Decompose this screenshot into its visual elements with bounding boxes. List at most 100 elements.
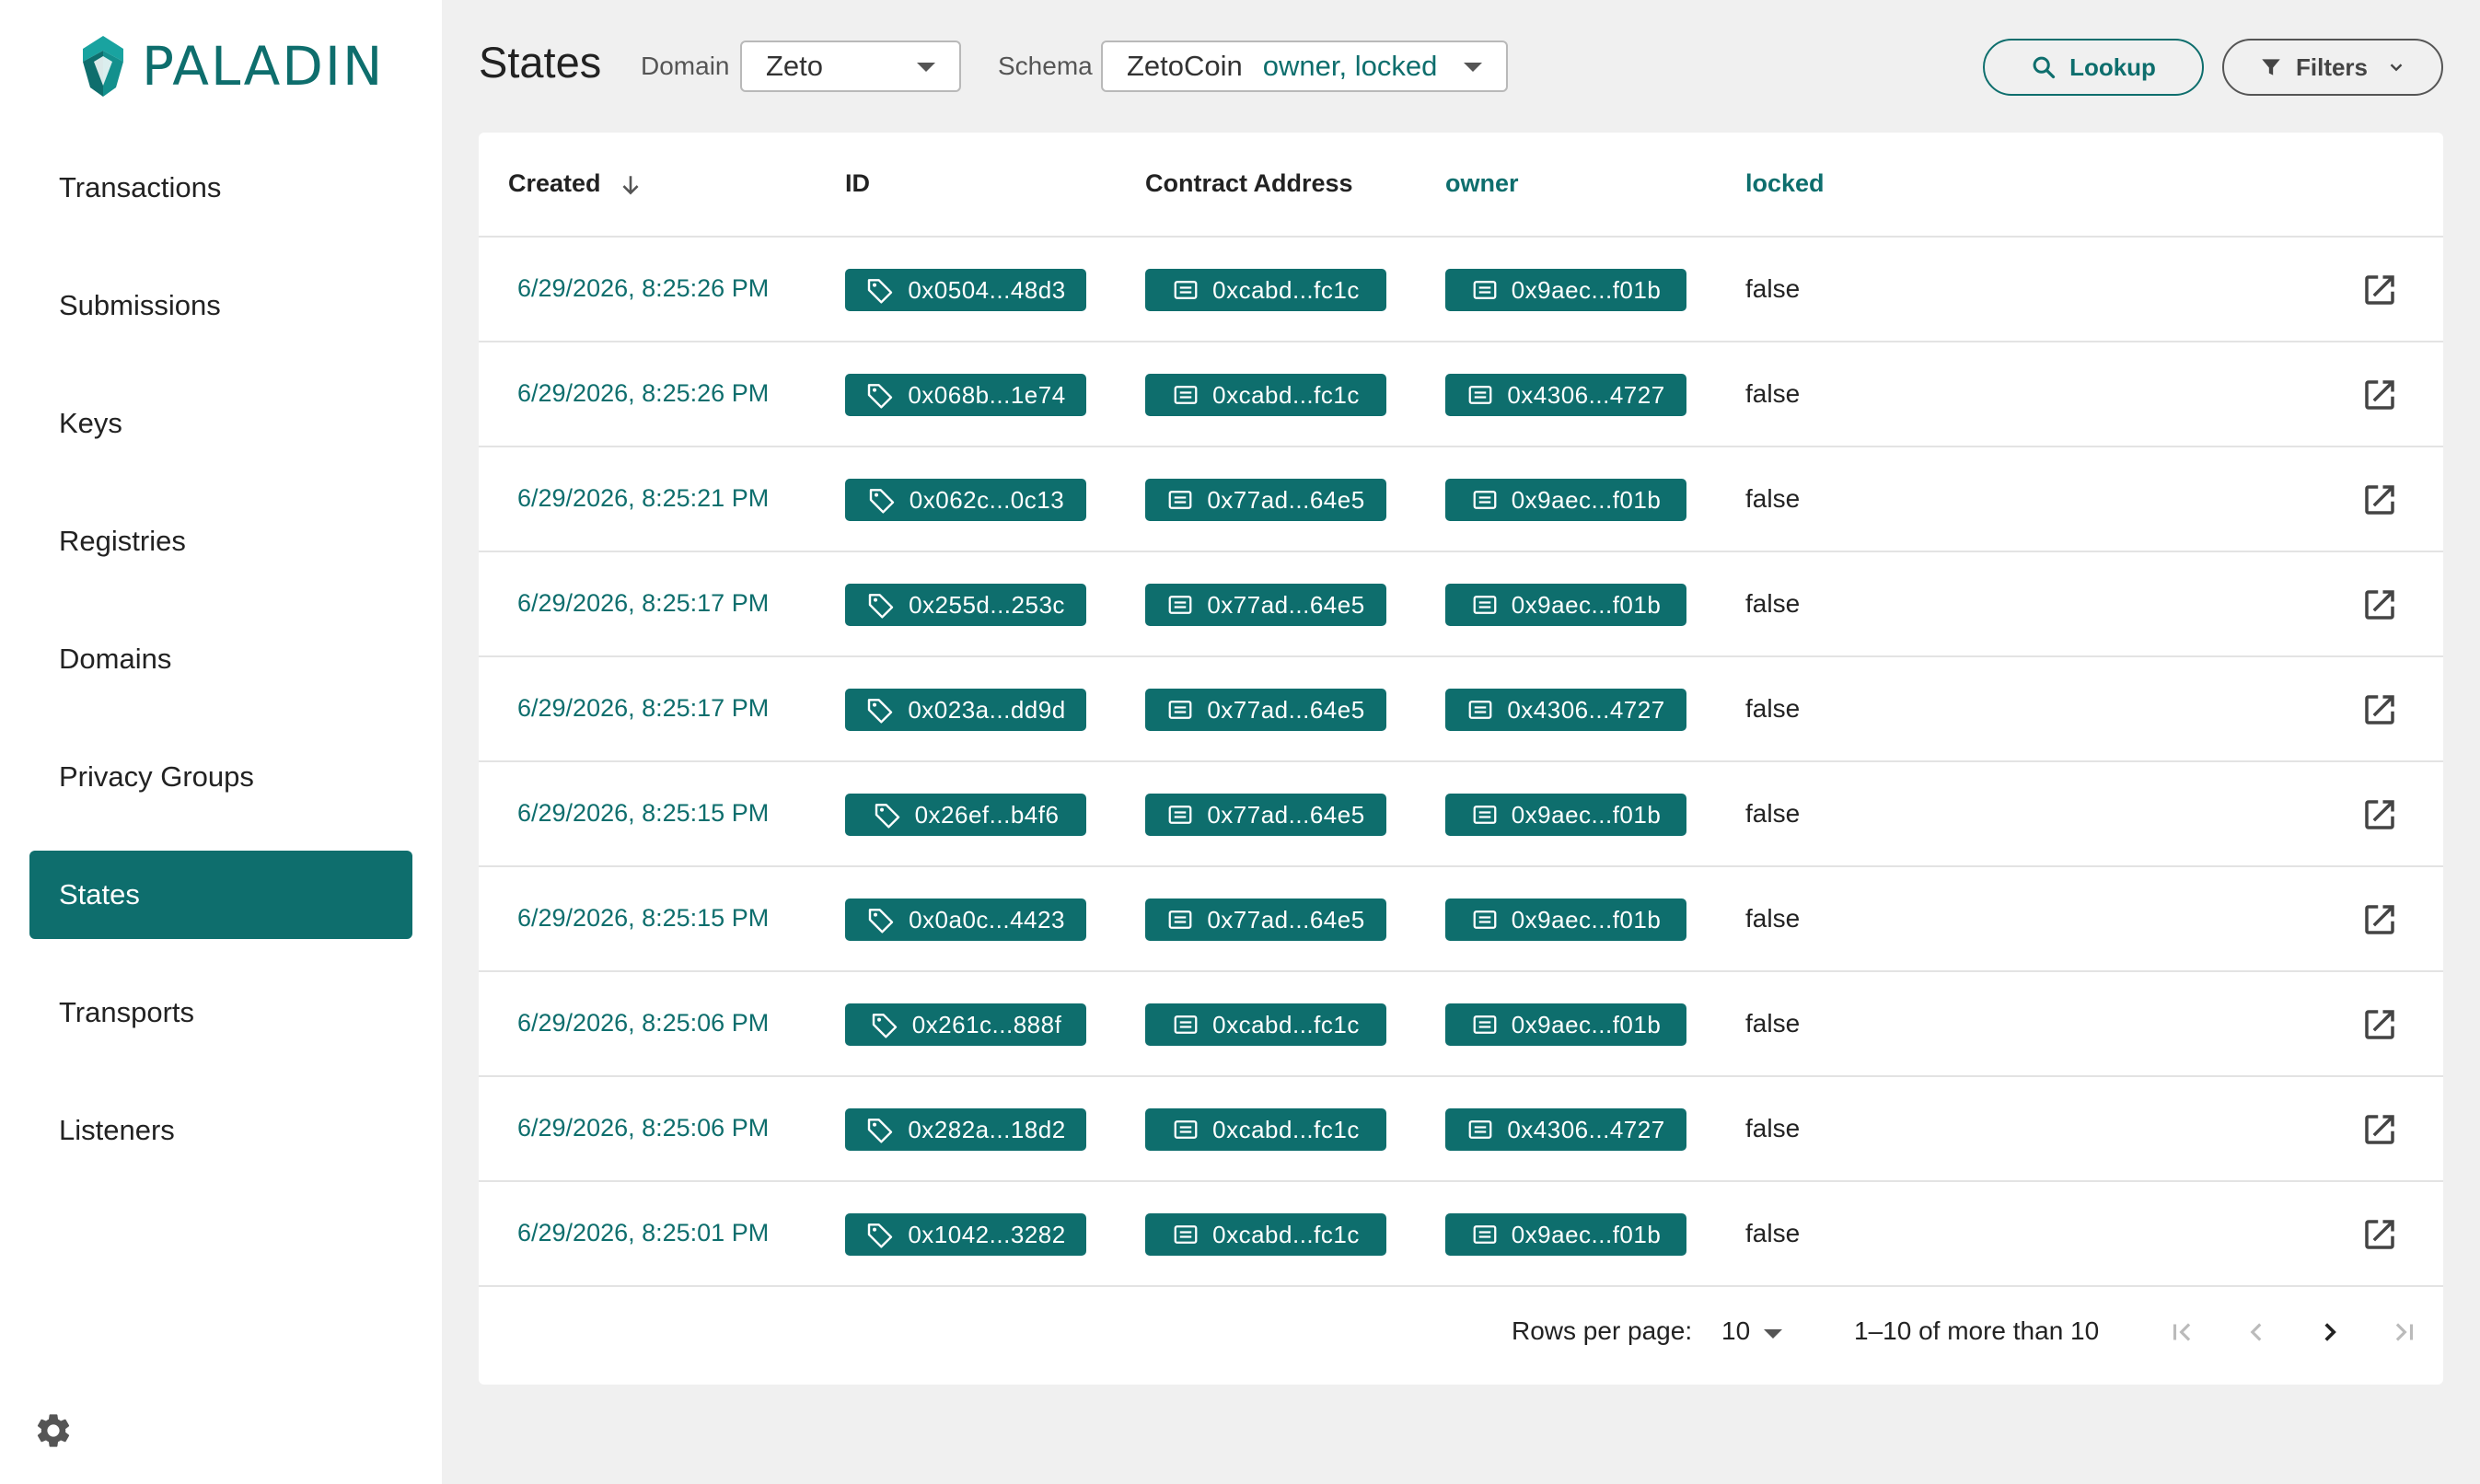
last-page-icon [2395, 1323, 2414, 1341]
next-page-button[interactable] [2307, 1309, 2353, 1355]
table-row[interactable]: 6/29/2026, 8:25:06 PM 0x261c...888f 0xcabd… [479, 972, 2443, 1077]
sidebar-item-registries[interactable]: Registries [29, 497, 412, 585]
open-in-new-icon[interactable] [2360, 271, 2399, 309]
owner-chip[interactable]: 0x4306...4727 [1445, 374, 1686, 416]
state-id-chip[interactable]: 0x068b...1e74 [845, 374, 1086, 416]
created-link[interactable]: 6/29/2026, 8:25:06 PM [517, 1009, 769, 1038]
previous-page-button[interactable] [2233, 1309, 2279, 1355]
state-id-chip[interactable]: 0x261c...888f [845, 1003, 1086, 1046]
created-link[interactable]: 6/29/2026, 8:25:15 PM [517, 904, 769, 933]
address-card-icon [1168, 806, 1192, 824]
owner-chip[interactable]: 0x9aec...f01b [1445, 1003, 1686, 1046]
app-logo[interactable]: PALADIN [81, 33, 384, 99]
created-link[interactable]: 6/29/2026, 8:25:06 PM [517, 1114, 769, 1142]
tag-icon [868, 1119, 893, 1143]
open-in-new-icon[interactable] [2360, 900, 2399, 939]
created-link[interactable]: 6/29/2026, 8:25:26 PM [517, 274, 769, 303]
table-row[interactable]: 6/29/2026, 8:25:06 PM 0x282a...18d2 0xcabd… [479, 1077, 2443, 1182]
contract-address-chip[interactable]: 0xcabd...fc1c [1145, 1213, 1386, 1256]
open-in-new-icon[interactable] [2360, 1110, 2399, 1149]
domain-select[interactable]: Zeto [740, 41, 961, 92]
table-row[interactable]: 6/29/2026, 8:25:26 PM 0x0504...48d3 0xcabd… [479, 238, 2443, 342]
open-in-new-icon[interactable] [2360, 690, 2399, 729]
locked-value: false [1745, 484, 1801, 513]
owner-chip[interactable]: 0x4306...4727 [1445, 1108, 1686, 1151]
table-row[interactable]: 6/29/2026, 8:25:17 PM 0x023a...dd9d 0x77ad… [479, 657, 2443, 762]
owner-chip[interactable]: 0x9aec...f01b [1445, 899, 1686, 941]
sidebar-item-submissions[interactable]: Submissions [29, 261, 412, 350]
sidebar-item-transactions[interactable]: Transactions [29, 144, 412, 232]
table-row[interactable]: 6/29/2026, 8:25:15 PM 0x0a0c...4423 0x77ad… [479, 867, 2443, 972]
address-card-icon [1473, 491, 1497, 509]
state-id-chip[interactable]: 0x26ef...b4f6 [845, 794, 1086, 836]
owner-chip[interactable]: 0x9aec...f01b [1445, 479, 1686, 521]
contract-address-chip[interactable]: 0x77ad...64e5 [1145, 899, 1386, 941]
open-in-new-icon[interactable] [2360, 376, 2399, 414]
table-row[interactable]: 6/29/2026, 8:25:21 PM 0x062c...0c13 0x77ad… [479, 447, 2443, 552]
contract-address-text: 0x77ad...64e5 [1207, 485, 1365, 514]
created-link[interactable]: 6/29/2026, 8:25:15 PM [517, 799, 769, 828]
contract-address-chip[interactable]: 0x77ad...64e5 [1145, 584, 1386, 626]
tag-icon [868, 279, 893, 304]
table-row[interactable]: 6/29/2026, 8:25:17 PM 0x255d...253c 0x77ad… [479, 552, 2443, 657]
owner-chip[interactable]: 0x9aec...f01b [1445, 269, 1686, 311]
schema-fields: owner, locked [1262, 50, 1438, 82]
owner-chip[interactable]: 0x9aec...f01b [1445, 1213, 1686, 1256]
created-link[interactable]: 6/29/2026, 8:25:17 PM [517, 589, 769, 618]
sidebar-item-states[interactable]: States [29, 851, 412, 939]
created-link[interactable]: 6/29/2026, 8:25:26 PM [517, 379, 769, 408]
chevron-down-icon [917, 63, 935, 72]
sidebar-item-transports[interactable]: Transports [29, 968, 412, 1057]
page-title: States [479, 38, 602, 87]
open-in-new-icon[interactable] [2360, 1215, 2399, 1254]
sidebar-item-privacy-groups[interactable]: Privacy Groups [29, 733, 412, 821]
table-row[interactable]: 6/29/2026, 8:25:15 PM 0x26ef...b4f6 0x77ad… [479, 762, 2443, 867]
state-id-text: 0x26ef...b4f6 [914, 800, 1060, 829]
arrow-down-icon[interactable] [619, 173, 643, 197]
created-link[interactable]: 6/29/2026, 8:25:21 PM [517, 484, 769, 513]
table-row[interactable]: 6/29/2026, 8:25:26 PM 0x068b...1e74 0xcabd… [479, 342, 2443, 447]
state-id-chip[interactable]: 0x282a...18d2 [845, 1108, 1086, 1151]
owner-text: 0x4306...4727 [1507, 380, 1665, 409]
owner-chip[interactable]: 0x9aec...f01b [1445, 794, 1686, 836]
contract-address-text: 0x77ad...64e5 [1207, 695, 1365, 724]
schema-select[interactable]: ZetoCoin owner, locked [1101, 41, 1508, 92]
state-id-chip[interactable]: 0x255d...253c [845, 584, 1086, 626]
contract-address-chip[interactable]: 0xcabd...fc1c [1145, 374, 1386, 416]
open-in-new-icon[interactable] [2360, 481, 2399, 519]
contract-address-chip[interactable]: 0x77ad...64e5 [1145, 479, 1386, 521]
last-page-button[interactable] [2381, 1309, 2427, 1355]
state-id-chip[interactable]: 0x0a0c...4423 [845, 899, 1086, 941]
lookup-button[interactable]: Lookup [1983, 39, 2204, 96]
chevron-down-icon[interactable] [1764, 1329, 1782, 1339]
state-id-chip[interactable]: 0x1042...3282 [845, 1213, 1086, 1256]
contract-address-chip[interactable]: 0xcabd...fc1c [1145, 269, 1386, 311]
address-card-icon [1473, 910, 1497, 929]
contract-address-chip[interactable]: 0xcabd...fc1c [1145, 1108, 1386, 1151]
rows-per-page-select[interactable]: 10 [1721, 1316, 1750, 1346]
open-in-new-icon[interactable] [2360, 585, 2399, 624]
contract-address-chip[interactable]: 0xcabd...fc1c [1145, 1003, 1386, 1046]
state-id-chip[interactable]: 0x062c...0c13 [845, 479, 1086, 521]
created-link[interactable]: 6/29/2026, 8:25:01 PM [517, 1219, 769, 1247]
owner-text: 0x9aec...f01b [1511, 800, 1662, 829]
column-created[interactable]: Created [508, 169, 643, 198]
sidebar-item-domains[interactable]: Domains [29, 615, 412, 703]
first-page-button[interactable] [2160, 1309, 2206, 1355]
gear-icon[interactable] [33, 1410, 74, 1451]
contract-address-chip[interactable]: 0x77ad...64e5 [1145, 689, 1386, 731]
owner-text: 0x4306...4727 [1507, 1115, 1665, 1143]
address-card-icon [1168, 491, 1192, 509]
sidebar-item-keys[interactable]: Keys [29, 379, 412, 468]
table-row[interactable]: 6/29/2026, 8:25:01 PM 0x1042...3282 0xcabd… [479, 1182, 2443, 1287]
open-in-new-icon[interactable] [2360, 1005, 2399, 1044]
state-id-chip[interactable]: 0x023a...dd9d [845, 689, 1086, 731]
owner-chip[interactable]: 0x4306...4727 [1445, 689, 1686, 731]
owner-chip[interactable]: 0x9aec...f01b [1445, 584, 1686, 626]
sidebar-item-listeners[interactable]: Listeners [29, 1086, 412, 1175]
created-link[interactable]: 6/29/2026, 8:25:17 PM [517, 694, 769, 723]
filters-button[interactable]: Filters [2222, 39, 2443, 96]
contract-address-chip[interactable]: 0x77ad...64e5 [1145, 794, 1386, 836]
state-id-chip[interactable]: 0x0504...48d3 [845, 269, 1086, 311]
open-in-new-icon[interactable] [2360, 795, 2399, 834]
